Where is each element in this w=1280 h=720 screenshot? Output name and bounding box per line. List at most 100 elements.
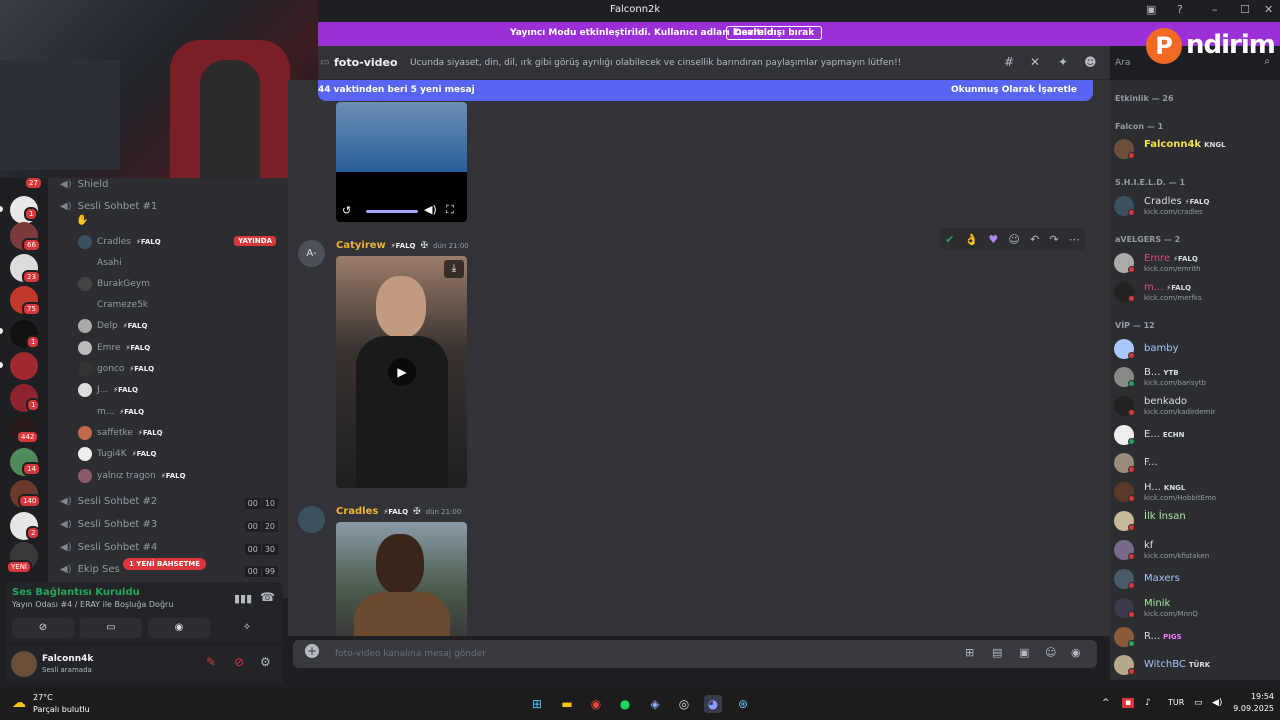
sticker-icon[interactable]: ▣ bbox=[1019, 646, 1029, 659]
member-item[interactable]: H... KNGL kick.com/HobbitEmo bbox=[1114, 480, 1278, 504]
tray-app-icon[interactable]: ▪ bbox=[1122, 698, 1135, 708]
member-item[interactable]: Maxers bbox=[1114, 567, 1278, 591]
discord-icon[interactable]: ◕ bbox=[704, 695, 722, 713]
message-author[interactable]: Catyirew bbox=[336, 240, 386, 251]
maximize-button[interactable]: ☐ bbox=[1240, 3, 1250, 16]
member-item[interactable]: Cradles ⚡FALQ kick.com/cradles bbox=[1114, 194, 1278, 218]
voice-user[interactable]: saffetke ⚡FALQ bbox=[78, 426, 163, 440]
network-icon[interactable]: ▭ bbox=[1194, 698, 1203, 708]
weather-icon[interactable]: ☁ bbox=[12, 695, 26, 711]
member-item[interactable]: R... PIGS bbox=[1114, 625, 1278, 649]
ok-reaction-icon[interactable]: 👌 bbox=[964, 233, 978, 246]
fullscreen-icon[interactable]: ⛶ bbox=[446, 203, 454, 217]
voice-user[interactable]: gonco ⚡FALQ bbox=[78, 362, 154, 376]
volume-icon[interactable]: ◀) bbox=[424, 203, 437, 216]
channel-topic[interactable]: Ucunda siyaset, din, dil, ırk gibi görüş… bbox=[410, 58, 901, 68]
member-item[interactable]: bamby bbox=[1114, 337, 1278, 361]
message-input[interactable] bbox=[335, 647, 835, 661]
member-list-icon[interactable]: ☻ bbox=[1084, 55, 1097, 69]
soundboard-button[interactable]: ✧ bbox=[216, 618, 278, 638]
video-attachment[interactable]: ↺ ◀) ⛶ bbox=[336, 102, 467, 222]
member-item[interactable]: Falconn4k KNGL bbox=[1114, 137, 1278, 161]
inbox-icon[interactable]: ▣ bbox=[1146, 3, 1156, 16]
member-item[interactable]: İlk İnsan bbox=[1114, 509, 1278, 533]
member-item[interactable]: m... ⚡FALQ kick.com/merfks bbox=[1114, 280, 1278, 304]
file-explorer-icon[interactable]: ▬ bbox=[558, 695, 576, 713]
volume-icon[interactable]: ◀) bbox=[1212, 698, 1222, 708]
app-icon[interactable]: ◎ bbox=[675, 695, 693, 713]
message-composer[interactable]: + ⊞ ▤ ▣ ☺ ◉ bbox=[293, 640, 1097, 668]
voice-user[interactable]: Asahi bbox=[78, 256, 122, 270]
gif-icon[interactable]: ▤ bbox=[992, 646, 1002, 659]
mute-icon[interactable]: ✎ bbox=[206, 655, 216, 669]
weather-condition[interactable]: Parçalı bulutlu bbox=[33, 705, 90, 714]
play-icon[interactable]: ▶ bbox=[388, 358, 416, 386]
member-item[interactable]: Emre ⚡FALQ kick.com/emrith bbox=[1114, 251, 1278, 275]
voice-user[interactable]: Crameze5k bbox=[78, 298, 148, 312]
weather-temperature[interactable]: 27°C bbox=[33, 693, 53, 702]
forward-icon[interactable]: ↷ bbox=[1049, 233, 1058, 246]
voice-activity-icon[interactable]: ▮▮▮ bbox=[234, 592, 252, 605]
voice-user[interactable]: Delp ⚡FALQ bbox=[78, 319, 147, 333]
screen-share-button[interactable]: ▭ bbox=[80, 618, 142, 638]
voice-user[interactable]: m... ⚡FALQ bbox=[78, 405, 144, 419]
voice-channel-2[interactable]: ◀) Sesli Sohbet #2 bbox=[60, 496, 157, 507]
threads-icon[interactable]: # bbox=[1004, 55, 1014, 69]
member-item[interactable]: benkado kick.com/kadirdemir bbox=[1114, 394, 1278, 418]
heart-reaction-icon[interactable]: ♥ bbox=[988, 233, 998, 246]
deafen-icon[interactable]: ⊘ bbox=[234, 655, 244, 669]
avatar[interactable]: A- bbox=[298, 240, 325, 267]
avatar[interactable] bbox=[11, 651, 37, 677]
disable-streamer-mode-button[interactable]: Devre dışı bırak bbox=[726, 26, 823, 40]
check-reaction-icon[interactable]: ✔ bbox=[945, 233, 954, 246]
reply-icon[interactable]: ↶ bbox=[1030, 233, 1039, 246]
tray-overflow-icon[interactable]: ^ bbox=[1102, 698, 1110, 708]
new-mention-badge[interactable]: 1 YENİ BAHSETME bbox=[122, 558, 206, 570]
emoji-icon[interactable]: ☺ bbox=[1045, 646, 1056, 659]
chrome-icon[interactable]: ◉ bbox=[587, 695, 605, 713]
member-item[interactable]: E... ECHN bbox=[1114, 423, 1278, 447]
voice-user[interactable]: Cradles ⚡FALQ bbox=[78, 235, 161, 249]
disconnect-icon[interactable]: ☎ bbox=[260, 590, 275, 604]
voice-channel-shield[interactable]: ◀) Shield bbox=[60, 179, 108, 190]
language-indicator[interactable]: TUR bbox=[1168, 698, 1184, 707]
avatar[interactable] bbox=[298, 506, 325, 533]
mark-read-button[interactable]: Okunmuş Olarak İşaretle bbox=[951, 85, 1077, 95]
video-attachment[interactable]: ▶ ⤓ bbox=[336, 256, 467, 488]
voice-user[interactable]: Tugi4K ⚡FALQ bbox=[78, 447, 156, 461]
close-button[interactable]: ✕ bbox=[1264, 3, 1273, 16]
member-item[interactable]: Minik kick.com/MnnQ bbox=[1114, 596, 1278, 620]
add-attachment-icon[interactable]: + bbox=[305, 644, 319, 658]
spotify-icon[interactable]: ● bbox=[616, 695, 634, 713]
member-item[interactable]: B... YTB kick.com/barisytb bbox=[1114, 365, 1278, 389]
app-launcher-icon[interactable]: ◉ bbox=[1071, 646, 1081, 659]
voice-channel-3[interactable]: ◀) Sesli Sohbet #3 bbox=[60, 519, 157, 530]
steam-icon[interactable]: ⊛ bbox=[734, 695, 752, 713]
clock-time[interactable]: 19:54 bbox=[1234, 692, 1274, 701]
gift-icon[interactable]: ⊞ bbox=[965, 646, 974, 659]
activity-header[interactable]: Etkinlik — 26 bbox=[1115, 94, 1174, 103]
member-item[interactable]: WitchBC TÜRK bbox=[1114, 653, 1278, 677]
server-icon[interactable] bbox=[10, 352, 38, 380]
member-item[interactable]: F... bbox=[1114, 451, 1278, 475]
guild-tag[interactable]: ⚡FALQ bbox=[391, 242, 416, 250]
settings-gear-icon[interactable]: ⚙ bbox=[260, 655, 271, 669]
member-item[interactable]: kf kick.com/kfistaken bbox=[1114, 538, 1278, 562]
pin-icon[interactable]: ✦ bbox=[1058, 55, 1068, 69]
more-icon[interactable]: ⋯ bbox=[1069, 233, 1080, 246]
video-attachment[interactable] bbox=[336, 522, 467, 636]
help-icon[interactable]: ? bbox=[1177, 3, 1183, 16]
message-author[interactable]: Cradles bbox=[336, 506, 378, 517]
activity-button[interactable]: ◉ bbox=[148, 618, 210, 638]
replay-icon[interactable]: ↺ bbox=[342, 204, 351, 217]
guild-tag[interactable]: ⚡FALQ bbox=[383, 508, 408, 516]
voice-user[interactable]: J... ⚡FALQ bbox=[78, 383, 138, 397]
voice-channel-ekip[interactable]: ◀) Ekip Ses bbox=[60, 564, 120, 575]
voice-user[interactable]: yalnız tragon ⚡FALQ bbox=[78, 469, 186, 483]
microphone-icon[interactable]: ♪ bbox=[1145, 698, 1151, 708]
new-messages-bar[interactable]: 44 vaktinden beri 5 yeni mesaj Okunmuş O… bbox=[318, 80, 1093, 101]
notification-bell-icon[interactable]: ✕ bbox=[1030, 55, 1040, 69]
new-label[interactable]: YENİ bbox=[6, 560, 32, 574]
download-icon[interactable]: ⤓ bbox=[444, 260, 464, 278]
start-icon[interactable]: ⊞ bbox=[528, 695, 546, 713]
